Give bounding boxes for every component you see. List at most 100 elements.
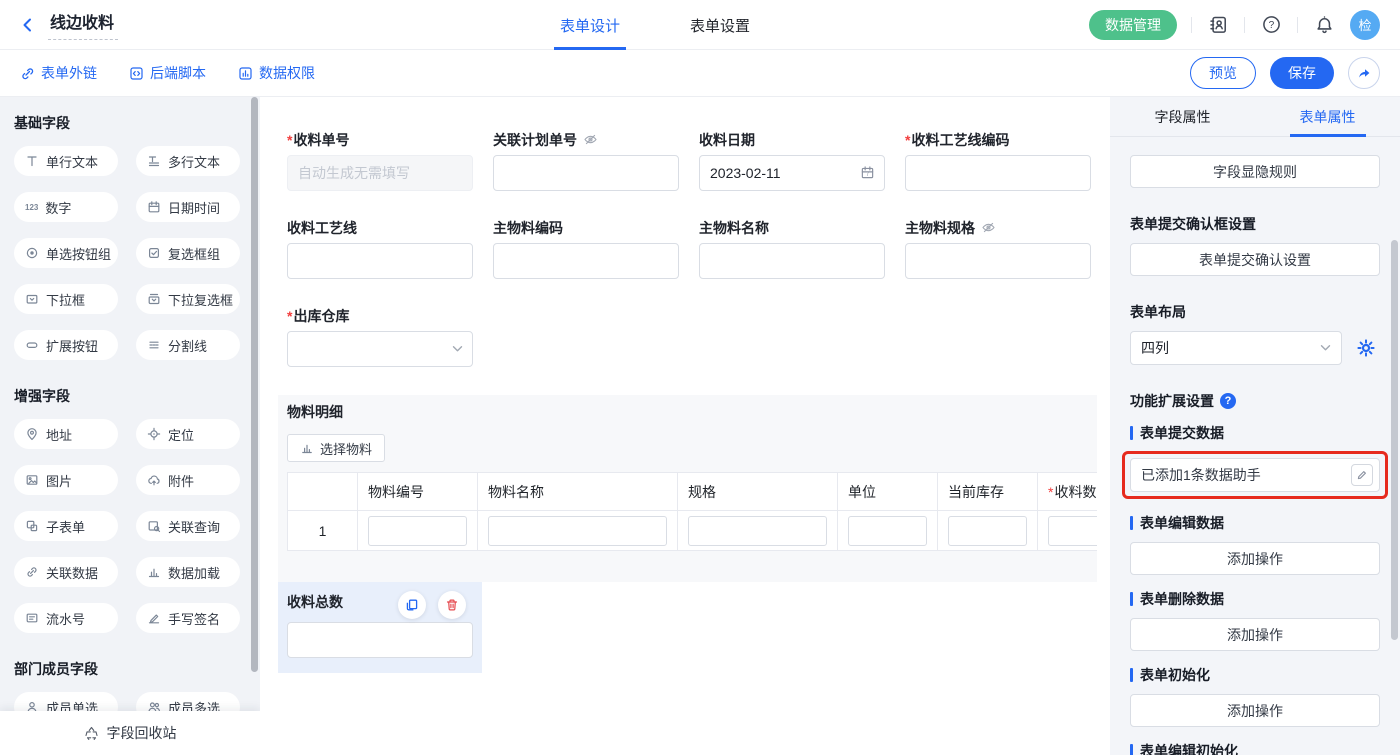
- data-assistant-entry[interactable]: 已添加1条数据助手: [1130, 458, 1380, 492]
- form-row-3: *出库仓库: [287, 307, 1110, 367]
- plan-no-input[interactable]: [493, 155, 679, 191]
- add-action-button-edit-data[interactable]: 添加操作: [1130, 542, 1380, 575]
- notification-bell-icon[interactable]: [1312, 13, 1336, 37]
- field-process-line-code[interactable]: *收料工艺线编码: [905, 131, 1091, 191]
- field-recycle-bin[interactable]: 字段回收站: [0, 711, 260, 755]
- extensions-heading: 功能扩展设置 ?: [1130, 391, 1380, 411]
- subtable-cell-input[interactable]: [488, 516, 667, 546]
- single-line-text-icon: [25, 154, 39, 168]
- process-line-input[interactable]: [287, 243, 473, 279]
- data-manage-button[interactable]: 数据管理: [1089, 10, 1177, 40]
- sidebar-item-address[interactable]: 地址: [14, 419, 118, 449]
- sidebar-item-image[interactable]: 图片: [14, 465, 118, 495]
- serial-number-icon: [25, 611, 39, 625]
- material-name-input[interactable]: [699, 243, 885, 279]
- subtable-cell-input[interactable]: [368, 516, 467, 546]
- subtable-cell-input[interactable]: [688, 516, 827, 546]
- save-button[interactable]: 保存: [1270, 57, 1334, 89]
- tab-field-properties[interactable]: 字段属性: [1110, 97, 1255, 136]
- data-load-icon: [147, 565, 161, 579]
- add-action-button-delete-data[interactable]: 添加操作: [1130, 618, 1380, 651]
- sidebar-item-related-query[interactable]: 关联查询: [136, 511, 240, 541]
- link-icon: [20, 66, 35, 81]
- sidebar-item-checkbox-group[interactable]: 复选框组: [136, 238, 240, 268]
- sidebar-item-multi-select[interactable]: 下拉复选框: [136, 284, 240, 314]
- sidebar-item-related-data[interactable]: 关联数据: [14, 557, 118, 587]
- sidebar-item-datetime[interactable]: 日期时间: [136, 192, 240, 222]
- field-material-name[interactable]: 主物料名称: [699, 219, 885, 279]
- preview-button[interactable]: 预览: [1190, 57, 1256, 89]
- contact-book-icon[interactable]: [1206, 13, 1230, 37]
- back-button[interactable]: [20, 17, 36, 33]
- related-query-icon: [147, 519, 161, 533]
- copy-field-button[interactable]: [398, 591, 426, 619]
- delete-field-button[interactable]: [438, 591, 466, 619]
- group-submit-data: 表单提交数据: [1130, 423, 1380, 443]
- related-data-icon: [25, 565, 39, 579]
- sidebar-item-signature[interactable]: 手写签名: [136, 603, 240, 633]
- sidebar-item-multi-line-text[interactable]: 多行文本: [136, 146, 240, 176]
- divider-icon: [147, 338, 161, 352]
- tab-form-design[interactable]: 表单设计: [560, 0, 620, 50]
- extend-button-icon: [25, 338, 39, 352]
- sidebar-scrollbar[interactable]: [251, 97, 258, 672]
- tab-form-settings[interactable]: 表单设置: [690, 0, 750, 50]
- sidebar-item-radio-group[interactable]: 单选按钮组: [14, 238, 118, 268]
- sidebar-item-divider[interactable]: 分割线: [136, 330, 240, 360]
- field-visibility-rules-button[interactable]: 字段显隐规则: [1130, 155, 1380, 188]
- select-material-button[interactable]: 选择物料: [287, 434, 385, 462]
- user-avatar[interactable]: 检: [1350, 10, 1380, 40]
- edit-pencil-icon: [1356, 469, 1368, 481]
- sidebar-item-subform[interactable]: 子表单: [14, 511, 118, 541]
- tab-form-properties[interactable]: 表单属性: [1255, 97, 1400, 136]
- sidebar-item-select[interactable]: 下拉框: [14, 284, 118, 314]
- divider: [1297, 17, 1298, 33]
- sidebar-item-extend-button[interactable]: 扩展按钮: [14, 330, 118, 360]
- selected-field-total[interactable]: 收料总数: [278, 582, 482, 673]
- submit-confirm-settings-button[interactable]: 表单提交确认设置: [1130, 243, 1380, 276]
- accent-bar: [1130, 744, 1133, 755]
- properties-panel: 字段属性 表单属性 字段显隐规则 表单提交确认框设置 表单提交确认设置 表单布局…: [1110, 97, 1400, 755]
- subtable-cell-input[interactable]: [1048, 516, 1097, 546]
- app-window: 线边收料 表单设计 表单设置 数据管理 ? 检: [0, 0, 1400, 755]
- data-permission-button[interactable]: 数据权限: [238, 63, 315, 83]
- help-icon[interactable]: ?: [1259, 13, 1283, 37]
- sidebar-item-position[interactable]: 定位: [136, 419, 240, 449]
- panel-scrollbar[interactable]: [1391, 240, 1398, 640]
- material-code-input[interactable]: [493, 243, 679, 279]
- field-warehouse[interactable]: *出库仓库: [287, 307, 473, 367]
- sidebar-item-single-line-text[interactable]: 单行文本: [14, 146, 118, 176]
- group-edit-init: 表单编辑初始化: [1130, 741, 1380, 755]
- external-link-button[interactable]: 表单外链: [20, 63, 97, 83]
- help-filled-icon[interactable]: ?: [1220, 393, 1236, 409]
- layout-select[interactable]: 四列: [1130, 331, 1342, 365]
- material-detail-subform[interactable]: 物料明细 选择物料 物料编号 物料名称 规格 单位 当前库存: [278, 395, 1097, 582]
- add-action-button-form-init[interactable]: 添加操作: [1130, 694, 1380, 727]
- layout-settings-button[interactable]: [1356, 338, 1376, 358]
- sidebar-item-attachment[interactable]: 附件: [136, 465, 240, 495]
- trash-icon: [445, 598, 459, 612]
- field-receipt-no[interactable]: *收料单号: [287, 131, 473, 191]
- backend-script-button[interactable]: 后端脚本: [129, 63, 206, 83]
- total-input[interactable]: [287, 622, 473, 658]
- field-plan-no[interactable]: 关联计划单号: [493, 131, 679, 191]
- sidebar-item-serial-number[interactable]: 流水号: [14, 603, 118, 633]
- warehouse-select[interactable]: [287, 331, 473, 367]
- receipt-date-input[interactable]: [699, 155, 885, 191]
- subtable-col-material-name: 物料名称: [478, 473, 678, 511]
- header-tabs: 表单设计 表单设置: [560, 0, 750, 50]
- edit-assistant-button[interactable]: [1351, 464, 1373, 486]
- field-receipt-date[interactable]: 收料日期 7: [699, 131, 885, 191]
- share-button[interactable]: [1348, 57, 1380, 89]
- subtable-cell-input[interactable]: [848, 516, 927, 546]
- form-row-1: *收料单号 关联计划单号 收料日期 7 *收料: [287, 131, 1110, 191]
- process-line-code-input[interactable]: [905, 155, 1091, 191]
- sidebar-item-number[interactable]: 123数字: [14, 192, 118, 222]
- sidebar-item-data-load[interactable]: 数据加载: [136, 557, 240, 587]
- field-process-line[interactable]: 收料工艺线: [287, 219, 473, 279]
- subtable-cell-input[interactable]: [948, 516, 1027, 546]
- field-material-spec[interactable]: 主物料规格: [905, 219, 1091, 279]
- field-material-code[interactable]: 主物料编码: [493, 219, 679, 279]
- material-spec-input[interactable]: [905, 243, 1091, 279]
- form-title[interactable]: 线边收料: [48, 9, 118, 40]
